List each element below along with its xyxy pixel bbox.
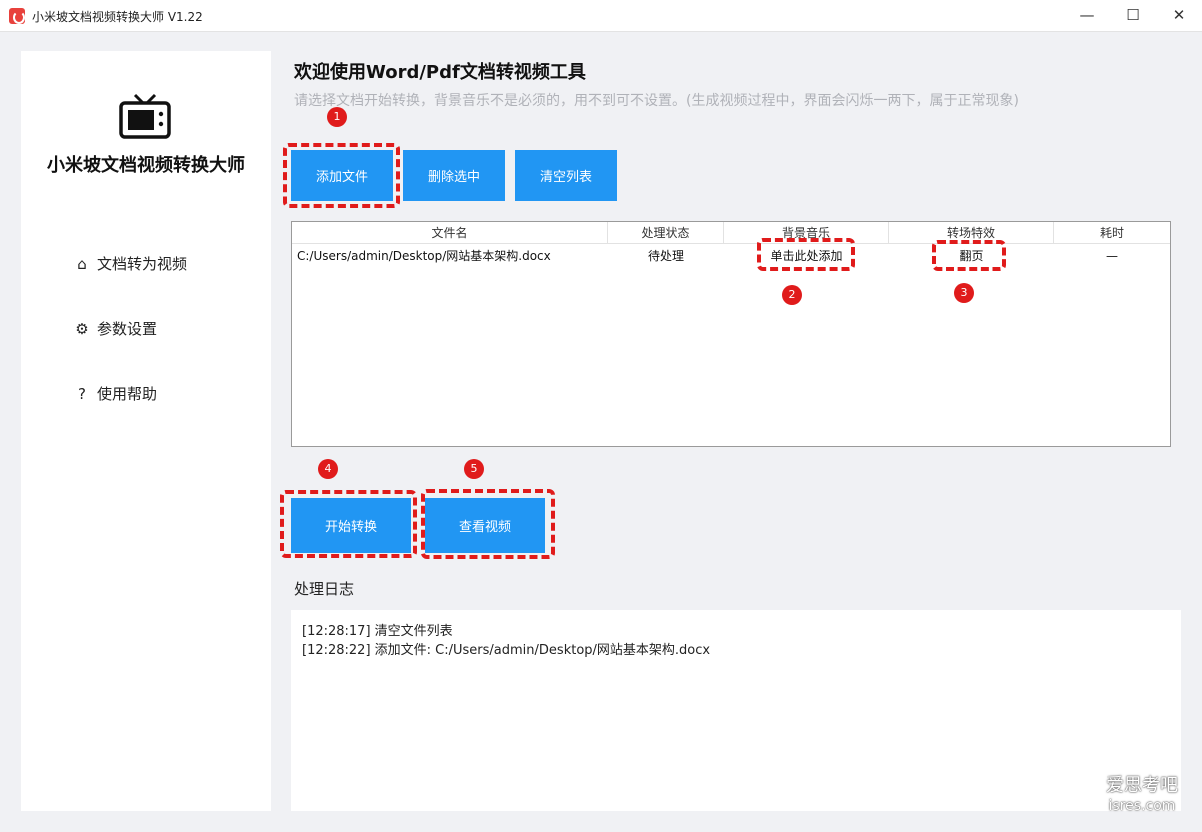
log-panel[interactable]: [12:28:17] 清空文件列表 [12:28:22] 添加文件: C:/Us…: [291, 610, 1181, 811]
sidebar: 小米坡文档视频转换大师 ⌂ 文档转为视频 ⚙ 参数设置 ? 使用帮助: [21, 51, 271, 811]
highlight-music: [757, 238, 855, 271]
watermark: 爱思考吧 isres.com: [1106, 776, 1178, 816]
sidebar-item-label: 参数设置: [97, 320, 158, 338]
highlight-effect: [932, 240, 1006, 271]
step-badge-2: 2: [782, 285, 802, 305]
sidebar-item-doc-to-video[interactable]: ⌂ 文档转为视频: [73, 253, 187, 274]
cell-status: 待处理: [647, 249, 684, 263]
step-badge-5: 5: [464, 459, 484, 479]
log-title: 处理日志: [294, 580, 355, 598]
title-bar: 小米坡文档视频转换大师 V1.22 — ☐ ✕: [0, 0, 1202, 32]
sidebar-item-settings[interactable]: ⚙ 参数设置: [73, 318, 157, 339]
step-badge-4: 4: [318, 459, 338, 479]
gear-icon: ⚙: [75, 319, 89, 338]
minimize-button[interactable]: —: [1064, 0, 1110, 32]
column-header-status[interactable]: 处理状态: [608, 222, 724, 244]
clear-list-button[interactable]: 清空列表: [515, 150, 617, 201]
watermark-text: 爱思考吧: [1106, 775, 1178, 796]
table-header: 文件名 处理状态 背景音乐 转场特效 耗时: [292, 222, 1170, 244]
column-header-filename[interactable]: 文件名: [292, 222, 608, 244]
step-badge-1: 1: [327, 107, 347, 127]
view-video-button[interactable]: 查看视频: [425, 498, 545, 553]
log-line: [12:28:17] 清空文件列表: [302, 624, 453, 639]
cell-filename: C:/Users/admin/Desktop/网站基本架构.docx: [297, 249, 551, 263]
question-icon: ?: [78, 384, 86, 403]
close-button[interactable]: ✕: [1156, 0, 1202, 32]
file-table[interactable]: 文件名 处理状态 背景音乐 转场特效 耗时 C:/Users/admin/Des…: [291, 221, 1171, 447]
brand-title: 小米坡文档视频转换大师: [47, 155, 245, 176]
start-convert-button[interactable]: 开始转换: [291, 498, 411, 553]
app-logo-icon: [9, 8, 25, 24]
page-title: 欢迎使用Word/Pdf文档转视频工具: [294, 62, 586, 83]
add-file-button[interactable]: 添加文件: [291, 150, 393, 201]
sidebar-item-label: 使用帮助: [97, 385, 158, 403]
home-icon: ⌂: [77, 254, 87, 273]
tv-icon: [119, 93, 171, 139]
step-badge-3: 3: [954, 283, 974, 303]
column-header-time[interactable]: 耗时: [1054, 222, 1170, 244]
cell-time: —: [1106, 249, 1118, 263]
delete-selected-button[interactable]: 删除选中: [403, 150, 505, 201]
sidebar-item-help[interactable]: ? 使用帮助: [73, 383, 157, 404]
log-line: [12:28:22] 添加文件: C:/Users/admin/Desktop/…: [302, 643, 711, 658]
sidebar-item-label: 文档转为视频: [97, 255, 188, 273]
watermark-url: isres.com: [1108, 798, 1176, 814]
page-subtitle: 请选择文档开始转换，背景音乐不是必须的，用不到可不设置。(生成视频过程中，界面会…: [294, 93, 1019, 109]
maximize-button[interactable]: ☐: [1110, 0, 1156, 32]
window-title: 小米坡文档视频转换大师 V1.22: [32, 10, 203, 24]
